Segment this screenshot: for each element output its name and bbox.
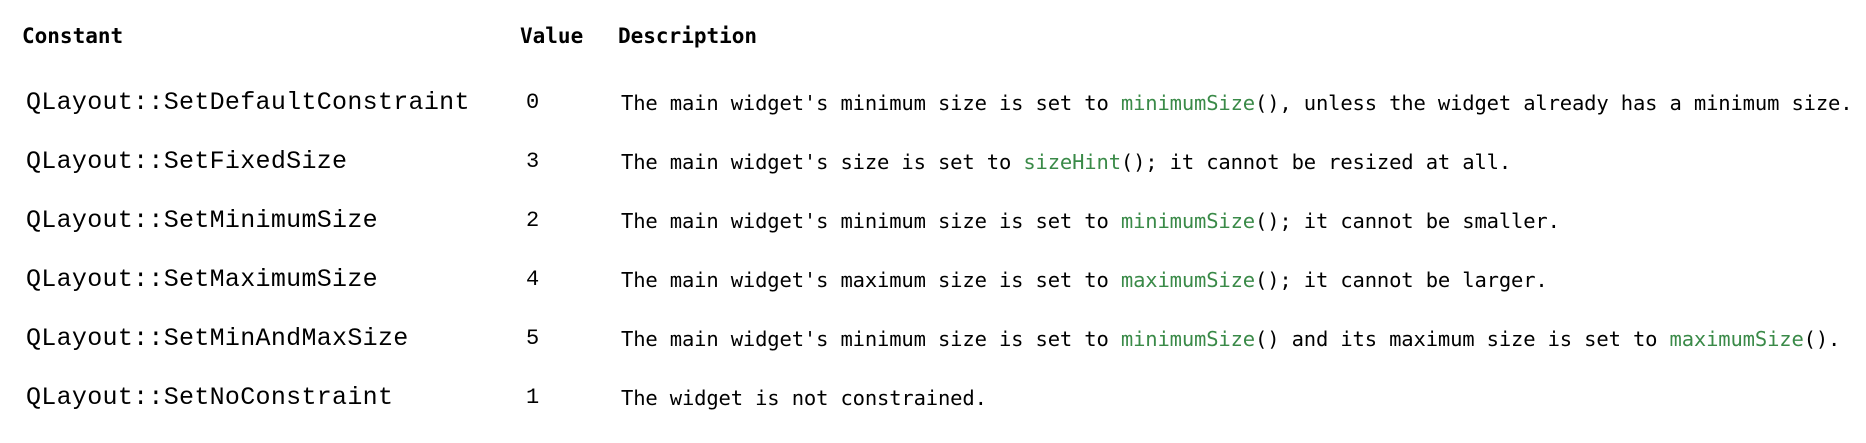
description-text: The main widget's minimum size is set to (621, 326, 1121, 351)
header-constant: Constant (22, 24, 124, 48)
description-text: The main widget's minimum size is set to (621, 208, 1121, 233)
function-link-maximumsize[interactable]: maximumSize (1121, 268, 1255, 292)
constant-value: 5 (526, 326, 540, 351)
description-text: (), unless the widget already has a mini… (1255, 90, 1853, 115)
constant-name: QLayout::SetFixedSize (26, 147, 348, 176)
table-row: QLayout::SetDefaultConstraint 0 The main… (22, 73, 1862, 132)
constant-name: QLayout::SetDefaultConstraint (26, 88, 470, 117)
table-row: QLayout::SetFixedSize 3 The main widget'… (22, 132, 1862, 191)
table-row: QLayout::SetMinAndMaxSize 5 The main wid… (22, 309, 1862, 368)
constant-name: QLayout::SetNoConstraint (26, 383, 394, 412)
header-value: Value (520, 24, 584, 48)
constant-value: 3 (526, 149, 540, 174)
constant-name: QLayout::SetMaximumSize (26, 265, 378, 294)
description-text: (); it cannot be resized at all. (1120, 149, 1512, 174)
description-text: The main widget's maximum size is set to (621, 267, 1121, 292)
constant-name: QLayout::SetMinAndMaxSize (26, 324, 409, 353)
constant-value: 4 (526, 267, 540, 292)
constant-description: The main widget's minimum size is set to… (618, 73, 1862, 132)
constant-value: 2 (526, 208, 540, 233)
description-text: (). (1803, 326, 1841, 351)
description-text: (); it cannot be larger. (1255, 267, 1548, 292)
constant-name: QLayout::SetMinimumSize (26, 206, 378, 235)
function-link-minimumsize[interactable]: minimumSize (1121, 91, 1255, 115)
description-text: The main widget's size is set to (621, 149, 1024, 174)
function-link-maximumsize[interactable]: maximumSize (1670, 327, 1804, 351)
constant-value: 1 (526, 385, 540, 410)
function-link-minimumsize[interactable]: minimumSize (1121, 327, 1255, 351)
constant-description: The main widget's minimum size is set to… (618, 191, 1862, 250)
constant-description: The widget is not constrained. (618, 368, 1862, 427)
function-link-minimumsize[interactable]: minimumSize (1121, 209, 1255, 233)
description-text: () and its maximum size is set to (1255, 326, 1670, 351)
description-text: (); it cannot be smaller. (1255, 208, 1560, 233)
constant-description: The main widget's minimum size is set to… (618, 309, 1862, 368)
constant-value: 0 (526, 90, 540, 115)
description-text: The main widget's minimum size is set to (621, 90, 1121, 115)
table-header-row: Constant Value Description (22, 24, 1862, 73)
table-row: QLayout::SetMinimumSize 2 The main widge… (22, 191, 1862, 250)
function-link-sizehint[interactable]: sizeHint (1023, 150, 1121, 174)
table-row: QLayout::SetNoConstraint 1 The widget is… (22, 368, 1862, 427)
page: { "table": { "headers": { "constant": "C… (0, 0, 1866, 443)
table-row: QLayout::SetMaximumSize 4 The main widge… (22, 250, 1862, 309)
constant-description: The main widget's maximum size is set to… (618, 250, 1862, 309)
header-description: Description (618, 24, 758, 48)
description-text: The widget is not constrained. (621, 385, 987, 410)
constants-table: Constant Value Description QLayout::SetD… (22, 24, 1862, 427)
constant-description: The main widget's size is set to sizeHin… (618, 132, 1862, 191)
